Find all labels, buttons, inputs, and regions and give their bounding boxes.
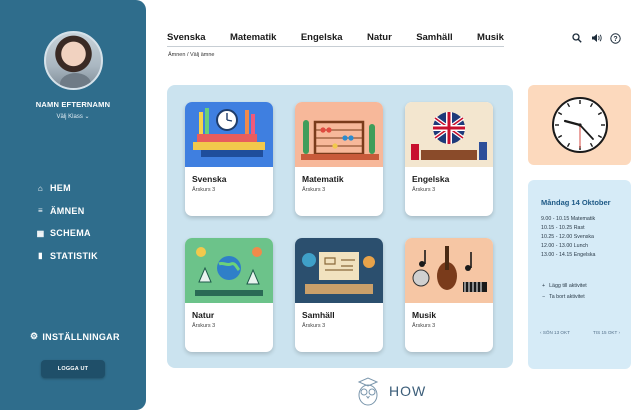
next-day-label: TIS 15 OKT [593,330,618,335]
logout-button[interactable]: LOGGA UT [41,360,105,378]
sidebar-item-label: ÄMNEN [50,205,85,216]
subject-card-engelska[interactable]: Engelska Årskurs 3 [405,102,493,216]
tab-engelska[interactable]: Engelska [301,32,343,43]
tab-svenska[interactable]: Svenska [167,32,206,43]
home-icon: ⌂ [37,183,44,193]
sidebar-item-schema[interactable]: ▦ SCHEMA [36,222,98,245]
bar-chart-icon: ▮ [38,251,43,261]
settings-label: INSTÄLLNINGAR [42,331,120,342]
clock-widget [528,85,631,165]
search-icon[interactable] [571,32,583,44]
schedule-day: Måndag 14 Oktober [541,198,611,207]
sidebar: NAMN EFTERNAMN Välj Klass ⌄ ⌂ HEM ≡ ÄMNE… [0,0,146,410]
chevron-left-icon: ‹ [540,330,542,335]
class-select-label: Välj Klass [56,114,83,120]
prev-day-label: SÖN 13 OKT [542,330,570,335]
settings-button[interactable]: ⚙ INSTÄLLNINGAR [30,331,120,342]
subject-title: Natur [192,310,215,320]
sidebar-item-hem[interactable]: ⌂ HEM [36,177,98,200]
subject-grade: Årskurs 3 [192,187,216,193]
chevron-down-icon: ⌄ [84,114,90,120]
schedule-event: 12.00 - 13.00 Lunch [541,243,589,249]
schedule-event: 9.00 - 10.15 Matematik [541,216,596,222]
owl-logo-icon [357,377,379,406]
subject-card-natur[interactable]: Natur Årskurs 3 [185,238,273,352]
toolbar-icons: ? [571,32,621,44]
subject-grade: Årskurs 3 [412,323,436,329]
subject-card-svenska[interactable]: Svenska Årskurs 3 [185,102,273,216]
list-icon: ≡ [38,206,43,216]
speaker-icon[interactable] [590,32,602,44]
subject-grade: Årskurs 3 [192,323,216,329]
tab-musik[interactable]: Musik [477,32,504,43]
subject-grade: Årskurs 3 [302,323,326,329]
avatar[interactable] [44,31,103,90]
schedule-pager: ‹ SÖN 13 OKT TIS 15 OKT › [540,330,620,335]
sidebar-item-label: HEM [50,183,71,194]
sidebar-item-label: STATISTIK [50,250,98,261]
sidebar-nav: ⌂ HEM ≡ ÄMNEN ▦ SCHEMA ▮ STATISTIK [36,177,98,267]
calendar-icon: ▦ [36,228,45,238]
next-day-button[interactable]: TIS 15 OKT › [593,330,620,335]
subject-title: Samhäll [302,310,335,320]
matematik-illustration [295,102,383,167]
add-activity-button[interactable]: + Lägg till aktivitet [542,283,587,289]
musik-illustration [405,238,493,303]
logo-text: HOW [389,383,427,399]
app-logo: HOW [355,376,426,406]
plus-icon: + [542,283,546,289]
chevron-right-icon: › [618,330,620,335]
class-select[interactable]: Välj Klass ⌄ [0,113,146,120]
subjects-panel: Svenska Årskurs 3 Matematik Årskurs 3 En… [167,85,513,368]
sidebar-item-statistik[interactable]: ▮ STATISTIK [36,245,98,268]
svg-text:?: ? [613,36,617,43]
gear-icon: ⚙ [30,331,39,341]
remove-activity-button[interactable]: − Ta bort aktivitet [542,294,585,300]
help-icon[interactable]: ? [609,32,621,44]
remove-activity-label: Ta bort aktivitet [549,294,585,300]
samhall-illustration [295,238,383,303]
subject-tabs: Svenska Matematik Engelska Natur Samhäll… [167,32,504,47]
subject-card-matematik[interactable]: Matematik Årskurs 3 [295,102,383,216]
sidebar-item-amnen[interactable]: ≡ ÄMNEN [36,200,98,223]
subject-title: Matematik [302,174,344,184]
clock-icon [552,97,608,153]
svenska-illustration [185,102,273,167]
add-activity-label: Lägg till aktivitet [549,283,587,289]
subject-grade: Årskurs 3 [412,187,436,193]
subject-card-musik[interactable]: Musik Årskurs 3 [405,238,493,352]
subject-grade: Årskurs 3 [302,187,326,193]
tab-natur[interactable]: Natur [367,32,392,43]
schedule-widget: Måndag 14 Oktober 9.00 - 10.15 Matematik… [528,180,631,369]
schedule-event: 10.25 - 12.00 Svenska [541,234,595,240]
breadcrumb: Ämnen / Välj ämne [168,52,215,58]
prev-day-button[interactable]: ‹ SÖN 13 OKT [540,330,570,335]
tab-matematik[interactable]: Matematik [230,32,276,43]
user-name: NAMN EFTERNAMN [35,100,111,109]
subject-card-samhall[interactable]: Samhäll Årskurs 3 [295,238,383,352]
subject-title: Musik [412,310,437,320]
schedule-event: 10.15 - 10.25 Rast [541,225,585,231]
engelska-illustration [405,102,493,167]
subject-title: Engelska [412,174,450,184]
natur-illustration [185,238,273,303]
tab-samhall[interactable]: Samhäll [416,32,452,43]
minus-icon: − [542,294,546,300]
subject-title: Svenska [192,174,227,184]
schedule-event: 13.00 - 14.15 Engelska [541,252,596,258]
sidebar-item-label: SCHEMA [50,228,91,239]
